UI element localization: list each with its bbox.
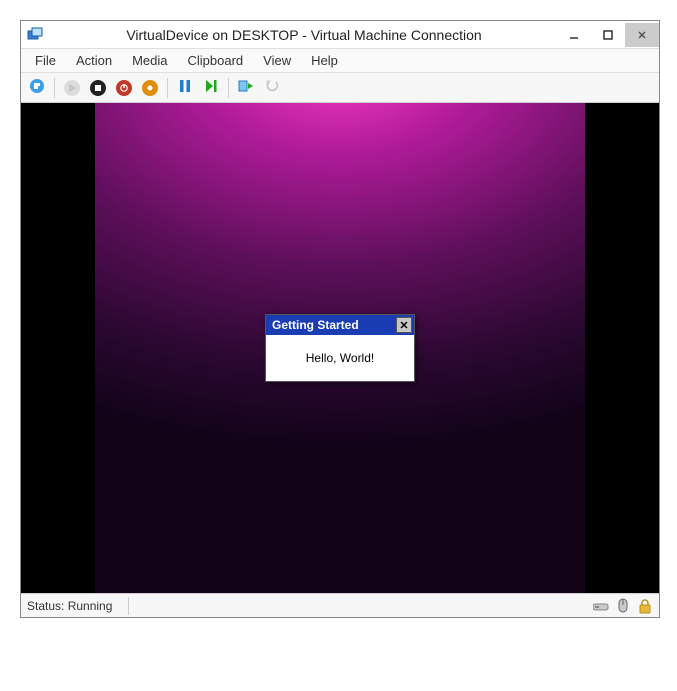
menubar: File Action Media Clipboard View Help bbox=[21, 49, 659, 73]
toolbar-separator bbox=[54, 78, 55, 98]
play-icon bbox=[204, 79, 218, 96]
mouse-icon bbox=[615, 598, 631, 614]
menu-view[interactable]: View bbox=[255, 51, 299, 70]
menu-media[interactable]: Media bbox=[124, 51, 175, 70]
window-title: VirtualDevice on DESKTOP - Virtual Machi… bbox=[51, 27, 557, 43]
toolbar-separator bbox=[167, 78, 168, 98]
revert-button[interactable] bbox=[260, 76, 284, 100]
lock-icon bbox=[637, 598, 653, 614]
disk-icon bbox=[593, 598, 609, 614]
turn-off-button[interactable] bbox=[86, 76, 110, 100]
start-button[interactable] bbox=[60, 76, 84, 100]
statusbar: Status: Running bbox=[21, 593, 659, 617]
menu-help[interactable]: Help bbox=[303, 51, 346, 70]
close-icon: ✕ bbox=[399, 319, 408, 332]
revert-icon bbox=[265, 79, 279, 96]
status-divider bbox=[128, 597, 129, 615]
shutdown-icon bbox=[116, 80, 132, 96]
status-text: Status: Running bbox=[27, 599, 122, 613]
pause-icon bbox=[179, 79, 191, 96]
toolbar bbox=[21, 73, 659, 103]
guest-dialog-body: Hello, World! bbox=[266, 335, 414, 381]
status-icons bbox=[593, 598, 653, 614]
titlebar: VirtualDevice on DESKTOP - Virtual Machi… bbox=[21, 21, 659, 49]
save-state-button[interactable] bbox=[138, 76, 162, 100]
menu-file[interactable]: File bbox=[27, 51, 64, 70]
guest-dialog-close-button[interactable]: ✕ bbox=[396, 317, 412, 333]
window-controls bbox=[557, 23, 659, 47]
menu-action[interactable]: Action bbox=[68, 51, 120, 70]
menu-clipboard[interactable]: Clipboard bbox=[180, 51, 252, 70]
cad-icon bbox=[29, 78, 45, 97]
guest-dialog-title: Getting Started bbox=[272, 318, 396, 332]
guest-desktop[interactable]: Getting Started ✕ Hello, World! bbox=[95, 103, 585, 593]
vm-display[interactable]: Getting Started ✕ Hello, World! bbox=[21, 103, 659, 593]
guest-dialog-titlebar[interactable]: Getting Started ✕ bbox=[266, 315, 414, 335]
shutdown-button[interactable] bbox=[112, 76, 136, 100]
checkpoint-button[interactable] bbox=[234, 76, 258, 100]
reset-button[interactable] bbox=[199, 76, 223, 100]
toolbar-separator bbox=[228, 78, 229, 98]
pause-button[interactable] bbox=[173, 76, 197, 100]
maximize-button[interactable] bbox=[591, 23, 625, 47]
guest-dialog: Getting Started ✕ Hello, World! bbox=[265, 314, 415, 382]
stop-icon bbox=[90, 80, 106, 96]
minimize-button[interactable] bbox=[557, 23, 591, 47]
close-button[interactable] bbox=[625, 23, 659, 47]
ctrl-alt-del-button[interactable] bbox=[25, 76, 49, 100]
checkpoint-icon bbox=[238, 78, 254, 97]
save-state-icon bbox=[142, 80, 158, 96]
app-icon bbox=[27, 27, 43, 43]
app-window: VirtualDevice on DESKTOP - Virtual Machi… bbox=[20, 20, 660, 618]
start-icon bbox=[64, 80, 80, 96]
